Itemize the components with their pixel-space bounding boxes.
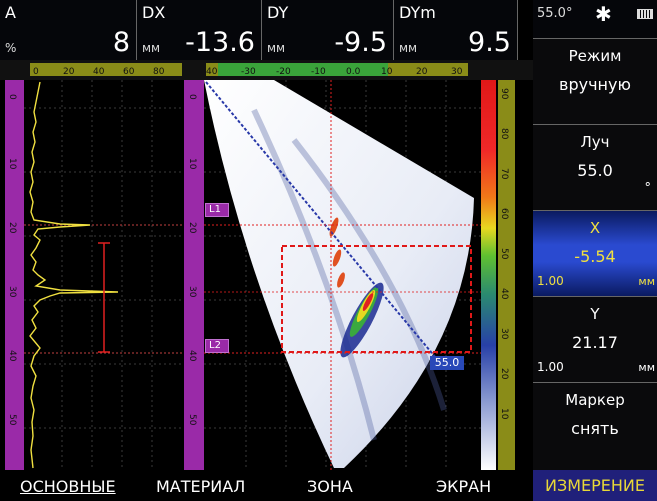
readout-a-unit: %: [5, 41, 17, 55]
ascan-ruler-tick: 60: [123, 67, 135, 77]
menu-marker-value: снять: [571, 419, 619, 438]
readout-dy-value: -9.5: [334, 27, 387, 58]
depth-tick: 10: [7, 158, 17, 170]
ascan-ruler-tick: 80: [153, 67, 165, 77]
readout-dy-label: DY: [267, 3, 289, 22]
depth-tick: 0: [187, 94, 197, 100]
ascan-ruler-tick: 40: [93, 67, 105, 77]
asterisk-icon: ✱: [595, 2, 612, 26]
readout-dx-label: DX: [142, 3, 166, 22]
readout-dx: DX мм -13.6: [137, 0, 262, 60]
status-angle: 55.0°: [537, 6, 573, 21]
readout-dy: DY мм -9.5: [262, 0, 394, 60]
menu-x-step: 1.00: [537, 274, 564, 288]
bottom-tab-bar: ОСНОВНЫЕ МАТЕРИАЛ ЗОНА ЭКРАН ИЗМЕРЕНИЕ: [0, 470, 657, 501]
menu-beam-unit: °: [644, 181, 652, 196]
sector-ruler-tick: -10: [311, 67, 326, 77]
menu-marker-caption: Маркер: [565, 391, 625, 409]
menu-y-caption: Y: [590, 305, 600, 323]
readout-dym-label: DYm: [399, 3, 436, 22]
sector-ruler-tick: 20: [416, 67, 428, 77]
ascan-ruler: 0 20 40 60 80: [0, 60, 184, 80]
readout-dy-unit: мм: [267, 41, 286, 55]
palette-tick: 30: [499, 328, 509, 340]
menu-beam[interactable]: Луч 55.0 °: [533, 124, 657, 210]
menu-beam-value: 55.0: [577, 161, 613, 180]
palette-tick: 10: [499, 408, 509, 420]
readout-dx-unit: мм: [142, 41, 161, 55]
depth-tick: 50: [187, 414, 197, 426]
palette-tick: 20: [499, 368, 509, 380]
depth-tick: 30: [7, 286, 17, 298]
depth-tick: 40: [7, 350, 17, 362]
menu-y-step: 1.00: [537, 360, 564, 374]
sector-ruler: 40 -30 -20 -10 0.0 10 20 30: [184, 60, 533, 80]
tab-material[interactable]: МАТЕРИАЛ: [156, 477, 245, 496]
ascan-depth-ruler: [5, 80, 24, 470]
readout-a: A % 8: [0, 0, 137, 60]
menu-x-caption: X: [589, 219, 601, 237]
palette-tick: 40: [499, 288, 509, 300]
menu-marker[interactable]: Маркер снять: [533, 382, 657, 470]
sector-scan-panel: 0 10 20 30 40 50 90 80 70 60 50 40 30 20 10: [184, 80, 533, 470]
depth-tick: 0: [7, 94, 17, 100]
readout-dym-unit: мм: [399, 41, 418, 55]
palette-tick: 80: [499, 128, 509, 140]
beam-angle-tag: 55.0: [430, 356, 464, 370]
depth-tick: 20: [7, 222, 17, 234]
gate-label-l2: L2: [205, 339, 229, 353]
menu-mode[interactable]: Режим вручную: [533, 38, 657, 124]
tab-screen[interactable]: ЭКРАН: [436, 477, 491, 496]
ascan-panel: 0 10 20 30 40 50: [0, 80, 184, 470]
sector-ruler-tick: -20: [276, 67, 291, 77]
sector-ruler-tick: 40: [206, 67, 218, 77]
menu-y-unit: мм: [638, 361, 655, 374]
readout-dym: DYm мм 9.5: [394, 0, 518, 60]
status-bar: 55.0° ✱: [533, 0, 657, 38]
sector-ruler-tick: 10: [381, 67, 393, 77]
menu-x-value: -5.54: [574, 247, 616, 266]
menu-mode-value: вручную: [559, 75, 631, 94]
sector-ruler-tick: 0.0: [346, 67, 361, 77]
gate-label-l1: L1: [205, 203, 229, 217]
tab-basic[interactable]: ОСНОВНЫЕ: [20, 477, 116, 496]
palette-tick: 50: [499, 248, 509, 260]
readout-dym-value: 9.5: [468, 27, 511, 58]
menu-mode-caption: Режим: [568, 47, 622, 65]
readout-a-value: 8: [112, 27, 130, 58]
readout-dx-value: -13.6: [185, 27, 255, 58]
menu-x[interactable]: X -5.54 1.00 мм: [533, 210, 657, 296]
depth-tick: 20: [187, 222, 197, 234]
depth-tick: 50: [7, 414, 17, 426]
menu-y-value: 21.17: [572, 333, 618, 352]
ascan-ruler-tick: 20: [63, 67, 75, 77]
tab-measurement[interactable]: ИЗМЕРЕНИЕ: [533, 470, 657, 501]
depth-tick: 30: [187, 286, 197, 298]
sector-depth-ruler: [184, 80, 204, 470]
menu-beam-caption: Луч: [580, 133, 610, 151]
color-palette: [481, 80, 496, 470]
readout-a-label: A: [5, 3, 16, 22]
battery-icon: [637, 9, 653, 19]
ascan-ruler-tick: 0: [33, 67, 39, 77]
palette-tick: 70: [499, 168, 509, 180]
tab-zone[interactable]: ЗОНА: [307, 477, 353, 496]
sector-ruler-tick: 30: [451, 67, 463, 77]
depth-tick: 40: [187, 350, 197, 362]
palette-tick: 90: [499, 88, 509, 100]
palette-tick: 60: [499, 208, 509, 220]
depth-tick: 10: [187, 158, 197, 170]
menu-y[interactable]: Y 21.17 1.00 мм: [533, 296, 657, 382]
menu-x-unit: мм: [638, 275, 655, 288]
sector-ruler-tick: -30: [241, 67, 256, 77]
